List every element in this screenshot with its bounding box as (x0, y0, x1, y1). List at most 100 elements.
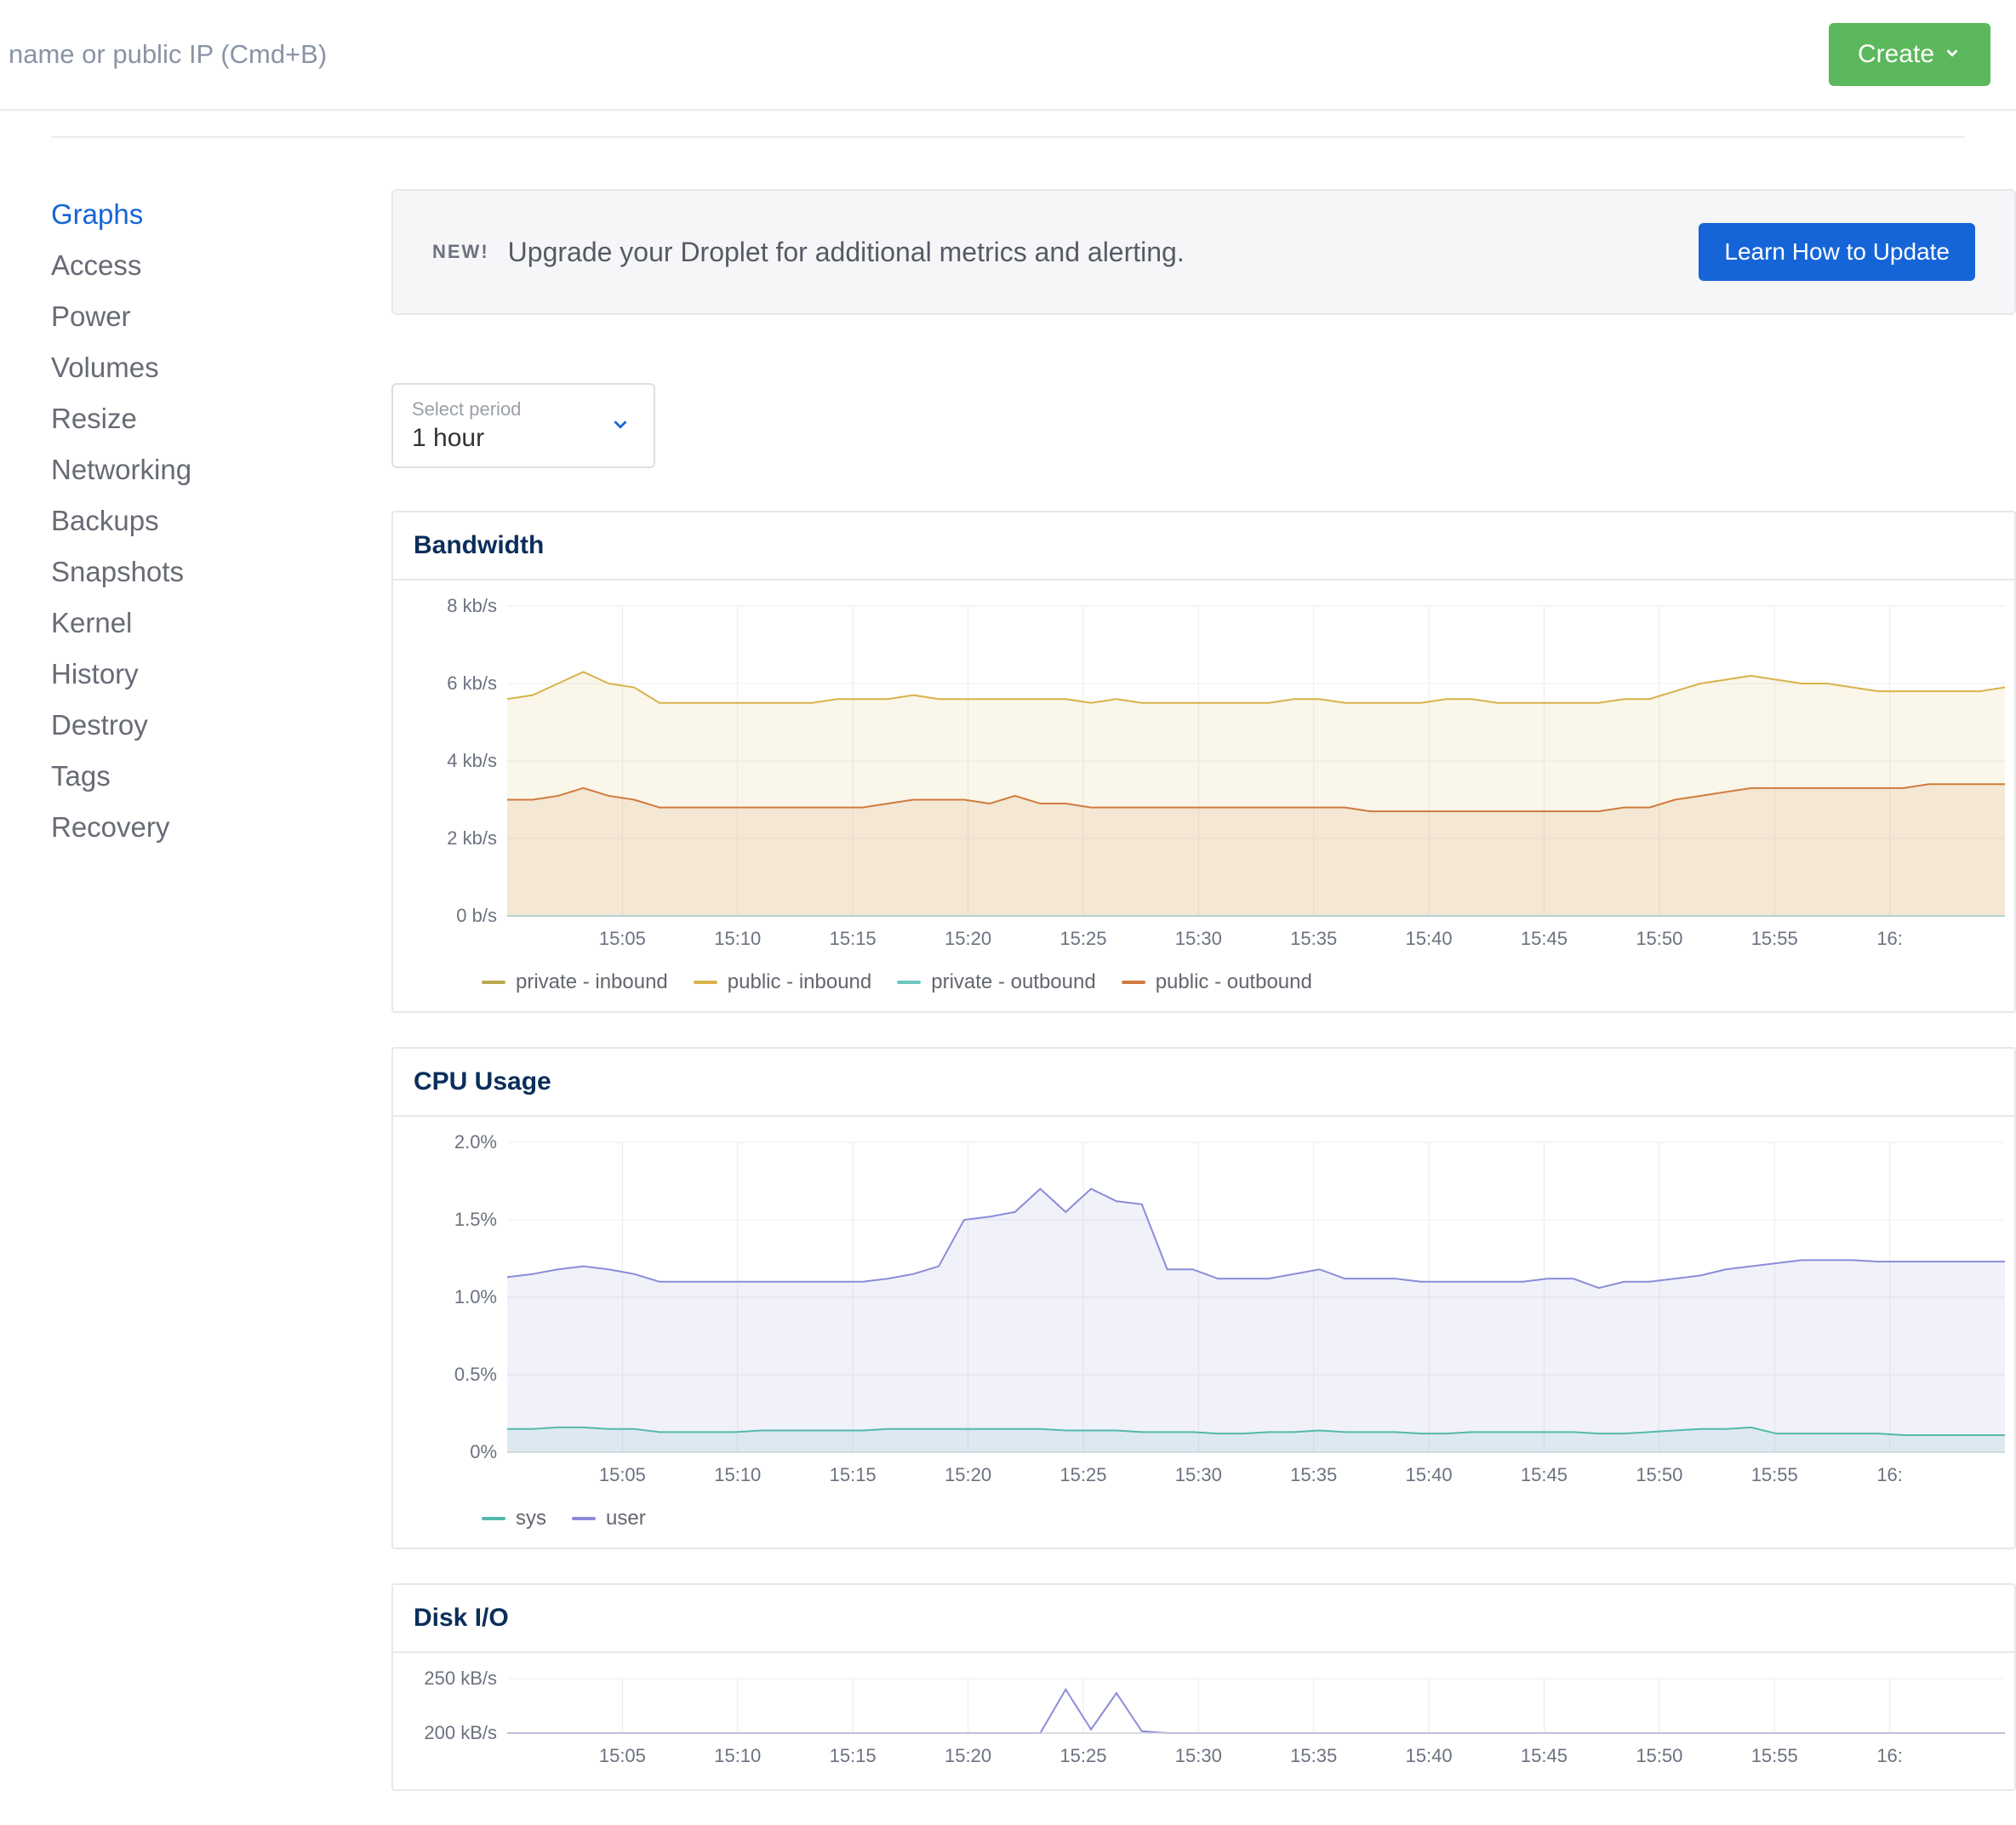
legend-item: sys (482, 1507, 546, 1530)
legend-label: public - inbound (728, 970, 871, 994)
sidebar-item-history[interactable]: History (51, 649, 391, 700)
svg-text:15:25: 15:25 (1059, 928, 1106, 949)
upgrade-banner: NEW! Upgrade your Droplet for additional… (391, 189, 2016, 315)
sidebar-item-backups[interactable]: Backups (51, 495, 391, 546)
legend-swatch (694, 981, 717, 984)
sidebar-item-networking[interactable]: Networking (51, 444, 391, 495)
svg-text:15:35: 15:35 (1290, 928, 1337, 949)
sidebar-item-recovery[interactable]: Recovery (51, 802, 391, 853)
chart-plot: 200 kB/s 250 kB/s 15:05 15:10 15:15 15:20 15:2… (414, 1670, 2013, 1772)
chart-card-disk-i-o: Disk I/O 200 kB/s 250 kB/s 15:05 15:10 15:15 1… (391, 1583, 2016, 1791)
svg-text:15:05: 15:05 (599, 1464, 646, 1485)
search-input[interactable] (9, 39, 604, 70)
svg-text:0%: 0% (470, 1441, 497, 1462)
svg-text:0 b/s: 0 b/s (456, 905, 497, 926)
svg-text:15:30: 15:30 (1175, 1464, 1222, 1485)
svg-text:0.5%: 0.5% (454, 1364, 497, 1385)
svg-text:15:45: 15:45 (1521, 1464, 1568, 1485)
sidebar-item-access[interactable]: Access (51, 240, 391, 291)
chart-title: Disk I/O (393, 1585, 2014, 1653)
chevron-down-icon (1943, 40, 1962, 69)
svg-text:15:05: 15:05 (599, 1745, 646, 1766)
chart-title: CPU Usage (393, 1049, 2014, 1117)
period-select[interactable]: Select period 1 hour (391, 383, 655, 468)
svg-text:4 kb/s: 4 kb/s (447, 750, 497, 771)
svg-text:15:45: 15:45 (1521, 928, 1568, 949)
create-button-label: Create (1858, 40, 1934, 69)
sidebar-item-resize[interactable]: Resize (51, 393, 391, 444)
svg-text:1.0%: 1.0% (454, 1286, 497, 1307)
legend-swatch (1122, 981, 1145, 984)
period-label: Select period (412, 398, 635, 420)
svg-text:15:20: 15:20 (945, 928, 991, 949)
sidebar-item-tags[interactable]: Tags (51, 751, 391, 802)
svg-text:15:50: 15:50 (1636, 1745, 1682, 1766)
legend-item: private - inbound (482, 970, 668, 994)
svg-text:15:20: 15:20 (945, 1745, 991, 1766)
legend-label: private - inbound (516, 970, 668, 994)
legend-item: public - outbound (1122, 970, 1312, 994)
legend-label: user (606, 1507, 646, 1530)
svg-text:15:55: 15:55 (1751, 928, 1798, 949)
svg-text:15:25: 15:25 (1059, 1464, 1106, 1485)
chart-card-cpu-usage: CPU Usage 0% 0.5% 1.0% 1.5% 2.0% 15:05 15:10 15:… (391, 1047, 2016, 1549)
svg-text:16:: 16: (1876, 1745, 1903, 1766)
sidebar: GraphsAccessPowerVolumesResizeNetworking… (51, 189, 391, 1825)
svg-text:8 kb/s: 8 kb/s (447, 598, 497, 616)
legend-swatch (572, 1517, 596, 1520)
legend-swatch (897, 981, 921, 984)
period-value: 1 hour (412, 424, 635, 453)
svg-text:2 kb/s: 2 kb/s (447, 827, 497, 849)
svg-text:15:10: 15:10 (714, 928, 761, 949)
sidebar-item-snapshots[interactable]: Snapshots (51, 546, 391, 598)
svg-text:15:25: 15:25 (1059, 1745, 1106, 1766)
new-badge: NEW! (432, 241, 489, 263)
svg-text:15:10: 15:10 (714, 1464, 761, 1485)
legend-label: private - outbound (931, 970, 1095, 994)
svg-text:250 kB/s: 250 kB/s (424, 1670, 497, 1689)
svg-text:15:50: 15:50 (1636, 1464, 1682, 1485)
svg-text:2.0%: 2.0% (454, 1134, 497, 1153)
svg-text:1.5%: 1.5% (454, 1209, 497, 1230)
chart-card-bandwidth: Bandwidth 0 b/s 2 kb/s 4 kb/s 6 kb/s 8 kb/s 15… (391, 511, 2016, 1013)
svg-text:15:40: 15:40 (1406, 928, 1453, 949)
legend-swatch (482, 1517, 505, 1520)
svg-text:16:: 16: (1876, 928, 1903, 949)
sidebar-item-destroy[interactable]: Destroy (51, 700, 391, 751)
svg-text:15:15: 15:15 (830, 1464, 877, 1485)
legend-item: user (572, 1507, 646, 1530)
chart-body: 0 b/s 2 kb/s 4 kb/s 6 kb/s 8 kb/s 15:05 15:10 1… (393, 581, 2014, 1011)
svg-text:15:35: 15:35 (1290, 1464, 1337, 1485)
sidebar-item-kernel[interactable]: Kernel (51, 598, 391, 649)
chart-title: Bandwidth (393, 512, 2014, 581)
svg-text:15:15: 15:15 (830, 1745, 877, 1766)
svg-text:15:35: 15:35 (1290, 1745, 1337, 1766)
chart-plot: 0% 0.5% 1.0% 1.5% 2.0% 15:05 15:10 15:15 15:20 15… (414, 1134, 2013, 1491)
topbar: Create (0, 0, 2016, 111)
create-button[interactable]: Create (1829, 23, 1990, 86)
svg-text:6 kb/s: 6 kb/s (447, 672, 497, 694)
sidebar-item-volumes[interactable]: Volumes (51, 342, 391, 393)
chart-legend: sys user (414, 1507, 1994, 1530)
sidebar-item-power[interactable]: Power (51, 291, 391, 342)
legend-item: public - inbound (694, 970, 871, 994)
legend-swatch (482, 981, 505, 984)
svg-text:15:30: 15:30 (1175, 928, 1222, 949)
svg-text:15:20: 15:20 (945, 1464, 991, 1485)
legend-item: private - outbound (897, 970, 1095, 994)
legend-label: sys (516, 1507, 546, 1530)
svg-text:15:55: 15:55 (1751, 1464, 1798, 1485)
learn-how-button[interactable]: Learn How to Update (1699, 223, 1975, 281)
sidebar-item-graphs[interactable]: Graphs (51, 189, 391, 240)
svg-text:15:30: 15:30 (1175, 1745, 1222, 1766)
chart-legend: private - inbound public - inbound private… (414, 970, 1994, 994)
svg-text:200 kB/s: 200 kB/s (424, 1722, 497, 1743)
svg-text:15:05: 15:05 (599, 928, 646, 949)
svg-text:15:45: 15:45 (1521, 1745, 1568, 1766)
svg-text:15:10: 15:10 (714, 1745, 761, 1766)
svg-text:15:50: 15:50 (1636, 928, 1682, 949)
banner-text: Upgrade your Droplet for additional metr… (508, 237, 1185, 268)
svg-text:15:55: 15:55 (1751, 1745, 1798, 1766)
svg-text:15:15: 15:15 (830, 928, 877, 949)
legend-label: public - outbound (1156, 970, 1312, 994)
